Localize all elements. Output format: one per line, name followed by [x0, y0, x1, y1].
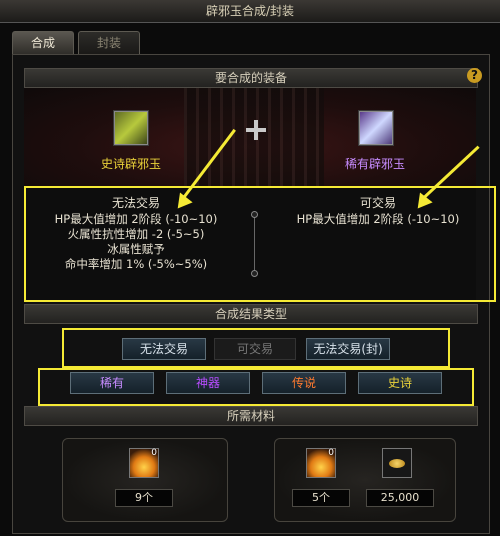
fire-material-icon-2[interactable]: 0: [306, 448, 336, 478]
left-material-icon-count: 0: [151, 448, 157, 458]
equipment-header: 要合成的装备: [24, 68, 478, 88]
fire-material-icon[interactable]: 0: [129, 448, 159, 478]
help-icon[interactable]: ?: [467, 68, 482, 83]
gold-coin-icon[interactable]: [382, 448, 412, 478]
window-title: 辟邪玉合成/封装: [0, 0, 500, 23]
rare-gem-slot[interactable]: [359, 111, 393, 145]
result-type-header: 合成结果类型: [24, 304, 478, 324]
gold-amount: 25,000: [366, 489, 434, 507]
left-material-count: 9个: [115, 489, 173, 507]
plus-icon: [246, 120, 266, 140]
epic-gem-slot[interactable]: [114, 111, 148, 145]
materials-header: 所需材料: [24, 406, 478, 426]
tab-compose[interactable]: 合成: [12, 31, 74, 54]
trade-highlight-box: [62, 328, 450, 368]
right-item-name: 稀有辟邪玉: [344, 157, 405, 171]
tab-seal[interactable]: 封装: [78, 31, 140, 54]
right-material-icon-count: 0: [328, 448, 334, 458]
rarity-highlight-box: [38, 368, 474, 406]
left-item-name: 史诗辟邪玉: [100, 157, 161, 171]
right-material-count: 5个: [292, 489, 350, 507]
right-material-panel: [274, 438, 456, 522]
